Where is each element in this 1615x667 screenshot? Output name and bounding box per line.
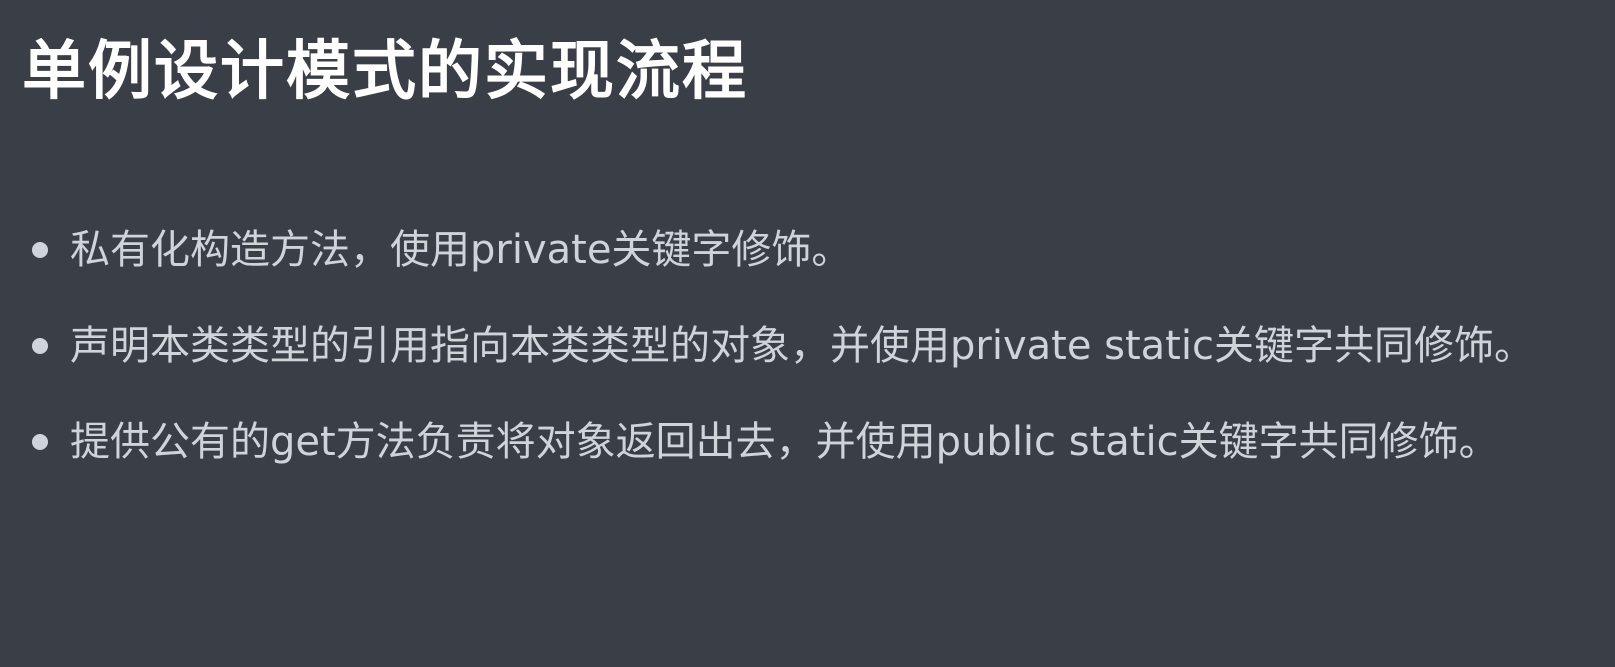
bullet-item: 声明本类类型的引用指向本类类型的对象，并使用private static关键字共… (22, 300, 1585, 392)
slide-title: 单例设计模式的实现流程 (22, 35, 748, 109)
bullet-text: 提供公有的get方法负责将对象返回出去，并使用public static关键字共… (70, 419, 1499, 465)
bullet-dot-icon (32, 338, 48, 354)
bullet-dot-icon (32, 434, 48, 450)
bullet-list: 私有化构造方法，使用private关键字修饰。 声明本类类型的引用指向本类类型的… (22, 204, 1585, 488)
bullet-item: 私有化构造方法，使用private关键字修饰。 (22, 204, 1585, 296)
slide: 单例设计模式的实现流程 私有化构造方法，使用private关键字修饰。 声明本类… (0, 0, 1615, 667)
bullet-text: 声明本类类型的引用指向本类类型的对象，并使用private static关键字共… (70, 323, 1534, 369)
bullet-dot-icon (32, 242, 48, 258)
bullet-text: 私有化构造方法，使用private关键字修饰。 (70, 227, 852, 273)
bullet-item: 提供公有的get方法负责将对象返回出去，并使用public static关键字共… (22, 396, 1585, 488)
